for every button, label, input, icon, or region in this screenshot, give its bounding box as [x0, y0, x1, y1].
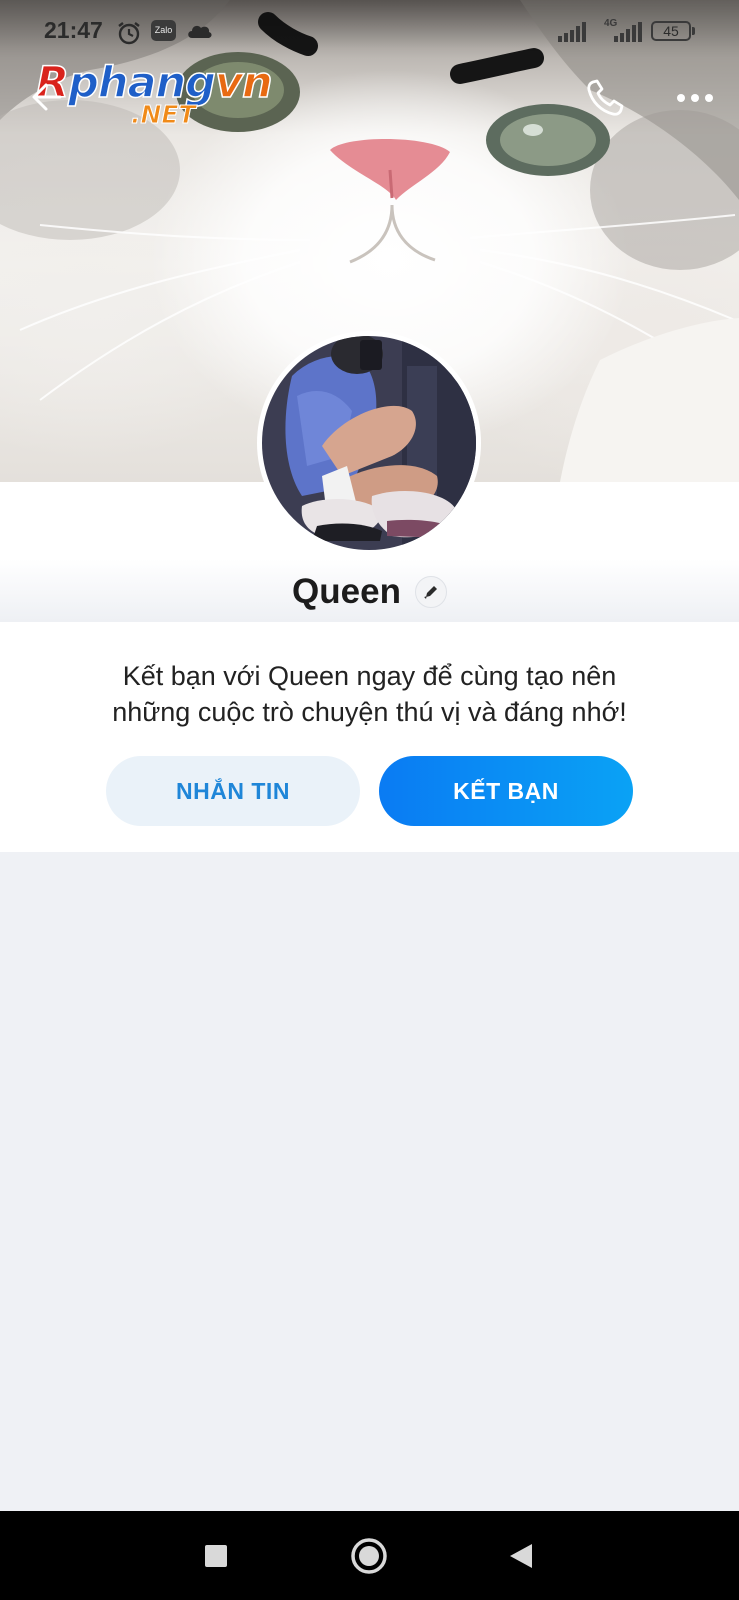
- system-nav-bar: [0, 1511, 739, 1600]
- watermark-domain: .NET: [131, 100, 197, 130]
- circle-icon: [351, 1538, 387, 1574]
- status-time: 21:47: [44, 17, 103, 43]
- watermark-vn: vn: [214, 57, 273, 109]
- back-nav-button[interactable]: [496, 1531, 546, 1581]
- add-friend-button[interactable]: KẾT BẠN: [379, 756, 633, 826]
- signal-icon-1: [558, 22, 586, 42]
- status-bar: 21:47 Zalo 4G 45: [0, 0, 739, 58]
- phone-icon[interactable]: [583, 76, 627, 120]
- intro-line-2: những cuộc trò chuyện thú vị và đáng nhớ…: [112, 697, 627, 727]
- message-button[interactable]: NHẮN TIN: [106, 756, 360, 826]
- alarm-icon: [118, 22, 140, 45]
- profile-name: Queen: [292, 572, 401, 611]
- cloud-icon: [188, 25, 212, 38]
- add-friend-card: Kết bạn với Queen ngay để cùng tạo nên n…: [0, 622, 739, 852]
- square-icon: [205, 1545, 227, 1567]
- intro-line-1: Kết bạn với Queen ngay để cùng tạo nên: [122, 661, 617, 691]
- avatar-image: [262, 336, 476, 550]
- battery-indicator: 45: [651, 21, 695, 41]
- signal-icon-2: [614, 22, 642, 42]
- avatar[interactable]: [257, 331, 481, 555]
- back-arrow-icon[interactable]: [30, 80, 64, 114]
- home-button[interactable]: [344, 1531, 394, 1581]
- intro-text: Kết bạn với Queen ngay để cùng tạo nên n…: [40, 658, 699, 730]
- zalo-notification-icon: Zalo: [151, 20, 176, 41]
- profile-name-row: Queen: [0, 572, 739, 612]
- recents-button[interactable]: [191, 1531, 241, 1581]
- more-dots-icon[interactable]: [674, 83, 716, 113]
- triangle-back-icon: [510, 1544, 532, 1568]
- pencil-icon[interactable]: [414, 576, 447, 608]
